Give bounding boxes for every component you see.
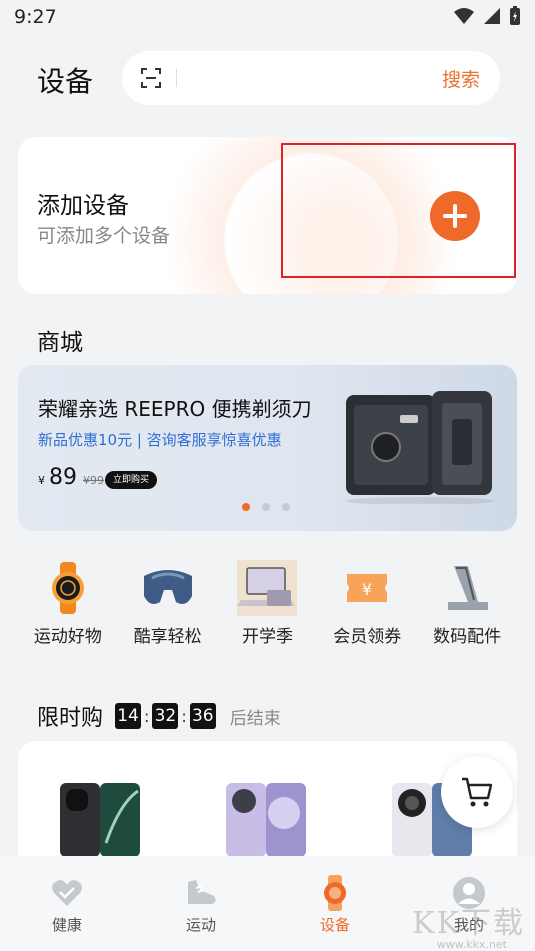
phone-product-image[interactable] [58,783,142,857]
search-button[interactable]: 搜索 [442,65,480,92]
old-price: ¥99 [83,474,104,487]
watermark-url: www.kkx.net [436,938,507,951]
mall-title: 商城 [37,330,83,356]
countdown-separator: : [144,706,150,726]
banner-subtitle: 新品优惠10元 | 咨询客服享惊喜优惠 [38,431,282,449]
category-label: 开学季 [241,627,293,647]
category-label: 酷享轻松 [133,627,202,647]
flash-sale-header: 限时购 14 : 32 : 36 后结束 [37,700,281,732]
cart-button[interactable] [441,756,513,828]
add-device-button[interactable] [430,191,480,241]
sports-watch-icon [51,562,84,614]
tab-health[interactable]: 健康 [27,874,107,935]
category-row: 运动好物 酷享轻松 开学季 ¥ 会员领券 数码配件 [18,560,517,647]
category-relax[interactable]: 酷享轻松 [118,560,218,647]
coupon-icon: ¥ [347,574,388,602]
phone-stand-icon [448,566,489,610]
wifi-icon [454,8,474,24]
carousel-dot[interactable] [262,503,270,511]
watch-icon [324,875,346,911]
countdown-seconds: 36 [189,703,216,729]
running-shoe-icon [188,880,216,904]
countdown-ends-label: 后结束 [229,708,281,729]
laptop-icon [237,560,298,616]
tab-sports[interactable]: 运动 [161,874,241,935]
category-label: 运动好物 [33,627,102,647]
svg-text:¥: ¥ [362,580,372,599]
status-icons [453,6,521,26]
heart-icon [52,880,82,906]
category-label: 数码配件 [433,627,502,647]
search-divider [176,69,177,87]
countdown-minutes: 32 [152,703,179,729]
neck-pillow-icon [143,570,192,604]
cart-icon [462,777,493,807]
carousel-dots [242,503,290,511]
banner-title: 荣耀亲选 REEPRO 便携剃须刀 [38,397,312,421]
currency-symbol: ¥ [38,474,45,487]
signal-icon [484,8,500,24]
category-label: 会员领券 [333,627,402,647]
tab-label: 设备 [319,916,350,934]
watermark: KK下载 [412,906,525,941]
tab-label: 运动 [185,916,216,934]
category-sports[interactable]: 运动好物 [18,560,118,647]
shaver-product-image [346,391,494,504]
page-title: 设备 [37,65,94,98]
tab-label: 健康 [51,916,82,934]
add-device-title: 添加设备 [37,193,129,219]
tab-devices[interactable]: 设备 [295,874,375,935]
carousel-dot[interactable] [242,503,250,511]
highlight-box [281,143,516,278]
countdown-hours: 14 [115,703,142,729]
buy-now-button[interactable]: 立即购买 [105,471,158,489]
flash-sale-title: 限时购 [37,706,104,731]
category-accessories[interactable]: 数码配件 [417,560,517,647]
scan-icon[interactable] [140,67,162,89]
price-amount: 89 [49,465,77,490]
battery-icon [510,6,520,25]
category-coupons[interactable]: ¥ 会员领券 [317,560,417,647]
price: ¥ 89 ¥99 [38,465,104,490]
category-back-to-school[interactable]: 开学季 [218,560,318,647]
promo-banner[interactable]: 荣耀亲选 REEPRO 便携剃须刀 新品优惠10元 | 咨询客服享惊喜优惠 ¥ … [18,365,517,531]
phone-product-image[interactable] [224,783,308,857]
status-time: 9:27 [14,6,57,28]
search-bar[interactable]: 搜索 [122,51,500,105]
countdown-separator: : [181,706,187,726]
add-device-subtitle: 可添加多个设备 [37,225,171,247]
carousel-dot[interactable] [282,503,290,511]
